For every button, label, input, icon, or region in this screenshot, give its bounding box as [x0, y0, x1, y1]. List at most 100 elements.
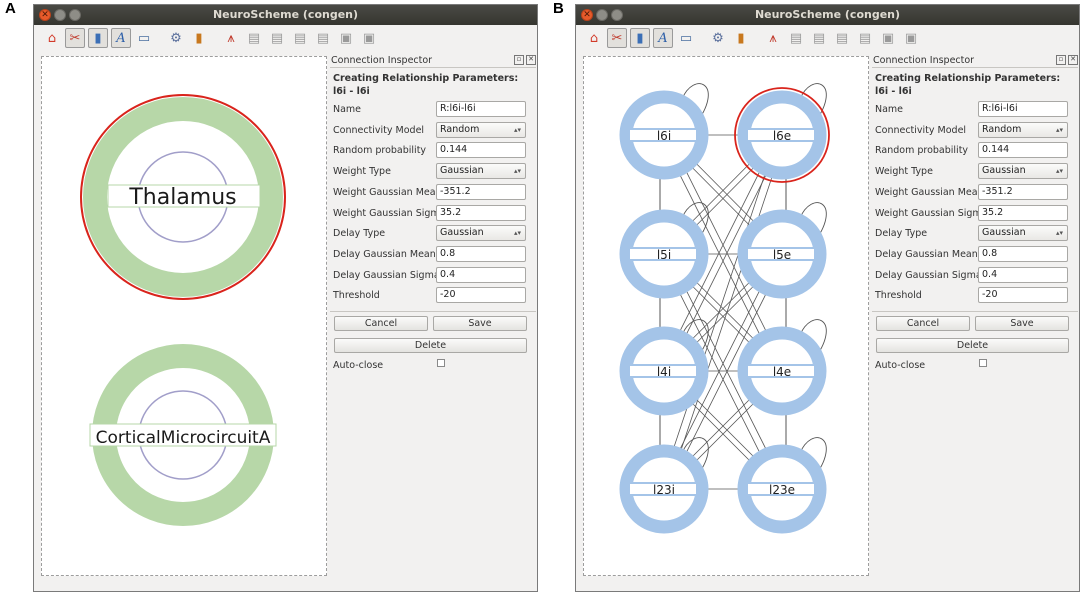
autoclose-checkbox[interactable] — [437, 359, 445, 367]
field-row-weight-gaussian-sigma: Weight Gaussian Sigma 35.2 — [333, 204, 533, 223]
close-icon[interactable]: ✕ — [1068, 55, 1078, 65]
toolbar: ⌂ ✂ ▮ A ▭ ⚙ ▮ ⩚ ▤ ▤ ▤ ▤ ▣ ▣ — [576, 25, 1079, 51]
inspector-heading: Creating Relationship Parameters: l6i - l… — [333, 72, 518, 98]
delay-gaussian-mean-input[interactable]: 0.8 — [436, 245, 526, 262]
cancel-button[interactable]: Cancel — [334, 316, 428, 331]
close-icon[interactable]: ✕ — [526, 55, 536, 65]
toolbar-clipboard-icon[interactable]: ▤ — [786, 28, 806, 48]
layer-node-l4i[interactable]: l4i — [619, 326, 709, 416]
toolbar-window-icon[interactable]: ▣ — [901, 28, 921, 48]
updown-arrows-icon: ▴▾ — [513, 167, 521, 176]
layer-node-l23i[interactable]: l23i — [619, 444, 709, 534]
toolbar-home-icon[interactable]: ⌂ — [584, 28, 604, 48]
toolbar-antenna-icon[interactable]: ⩚ — [763, 28, 783, 48]
toolbar-panel-icon[interactable]: ▭ — [676, 28, 696, 48]
float-icon[interactable]: ▫ — [514, 55, 524, 65]
weight-gaussian-mean-input[interactable]: -351.2 — [978, 183, 1068, 200]
field-row-name: Name R:l6i-l6i — [875, 101, 1075, 119]
node-thalamus[interactable]: Thalamus — [80, 94, 286, 300]
select-value: Gaussian — [440, 227, 484, 239]
delay-gaussian-sigma-input[interactable]: 0.4 — [978, 266, 1068, 283]
field-row-weight-type: Weight Type Gaussian ▴▾ — [333, 163, 533, 181]
toolbar-window-icon[interactable]: ▣ — [878, 28, 898, 48]
toolbar-separator — [212, 28, 218, 48]
scene-canvas[interactable]: l6i l6e l5i l5e l4i l4e l23i l23e — [583, 56, 869, 576]
toolbar-clipboard-icon[interactable]: ▤ — [855, 28, 875, 48]
name-input[interactable]: R:l6i-l6i — [436, 101, 526, 117]
delay-type-select[interactable]: Gaussian ▴▾ — [978, 225, 1068, 242]
cancel-button[interactable]: Cancel — [876, 316, 970, 331]
field-label: Weight Type — [333, 166, 391, 178]
weight-type-select[interactable]: Gaussian ▴▾ — [978, 163, 1068, 180]
autoclose-checkbox[interactable] — [979, 359, 987, 367]
name-input[interactable]: R:l6i-l6i — [978, 101, 1068, 117]
connectivity-model-select[interactable]: Random ▴▾ — [436, 121, 526, 138]
weight-gaussian-sigma-input[interactable]: 35.2 — [978, 204, 1068, 221]
layer-node-l6e[interactable]: l6e — [734, 87, 830, 183]
save-button[interactable]: Save — [433, 316, 527, 331]
threshold-input[interactable]: -20 — [978, 287, 1068, 304]
autoclose-row: Auto-close — [875, 357, 1075, 375]
field-label: Delay Type — [875, 228, 928, 240]
toolbar-home-icon[interactable]: ⌂ — [42, 28, 62, 48]
book-icon: ▮ — [195, 30, 203, 46]
heading-pair: l6i - l6i — [333, 86, 370, 97]
field-label: Threshold — [875, 290, 922, 302]
toolbar-book-icon[interactable]: ▮ — [731, 28, 751, 48]
field-row-connectivity-model: Connectivity Model Random ▴▾ — [333, 121, 533, 140]
toolbar-gear-icon[interactable]: ⚙ — [708, 28, 728, 48]
connection-edge[interactable] — [671, 170, 767, 454]
updown-arrows-icon: ▴▾ — [1055, 125, 1063, 134]
layer-node-l4e[interactable]: l4e — [737, 326, 827, 416]
weight-gaussian-mean-input[interactable]: -351.2 — [436, 183, 526, 200]
form-divider — [872, 311, 1078, 312]
threshold-input[interactable]: -20 — [436, 287, 526, 304]
toolbar-window-icon[interactable]: ▣ — [359, 28, 379, 48]
delay-gaussian-mean-input[interactable]: 0.8 — [978, 245, 1068, 262]
random-probability-input[interactable]: 0.144 — [978, 142, 1068, 159]
delete-button[interactable]: Delete — [334, 338, 527, 353]
window-icon: ▣ — [904, 30, 918, 46]
layer-node-l5e[interactable]: l5e — [737, 209, 827, 299]
toolbar-window-icon[interactable]: ▣ — [336, 28, 356, 48]
delay-gaussian-sigma-input[interactable]: 0.4 — [436, 266, 526, 283]
layer-node-l23e[interactable]: l23e — [737, 444, 827, 534]
toolbar-clipboard-icon[interactable]: ▤ — [832, 28, 852, 48]
toolbar-antenna-icon[interactable]: ⩚ — [221, 28, 241, 48]
toolbar-panel-icon[interactable]: ▭ — [134, 28, 154, 48]
weight-type-select[interactable]: Gaussian ▴▾ — [436, 163, 526, 180]
updown-arrows-icon: ▴▾ — [513, 125, 521, 134]
field-label: Name — [875, 104, 904, 115]
node-label: Thalamus — [128, 185, 236, 210]
field-label: Delay Gaussian Mean — [875, 248, 978, 260]
toolbar-battery-icon[interactable]: ▮ — [630, 28, 650, 48]
window-icon: ▣ — [362, 30, 376, 46]
float-icon[interactable]: ▫ — [1056, 55, 1066, 65]
field-row-weight-gaussian-sigma: Weight Gaussian Sigma 35.2 — [875, 204, 1075, 223]
field-row-delay-gaussian-sigma: Delay Gaussian Sigma 0.4 — [333, 266, 533, 285]
toolbar-clipboard-icon[interactable]: ▤ — [290, 28, 310, 48]
toolbar-text-icon[interactable]: A — [653, 28, 673, 48]
layer-node-l5i[interactable]: l5i — [619, 209, 709, 299]
toolbar-scissors-icon[interactable]: ✂ — [607, 28, 627, 48]
scene-canvas[interactable]: Thalamus CorticalMicrocircuitA — [41, 56, 327, 576]
delete-button[interactable]: Delete — [876, 338, 1069, 353]
toolbar-gear-icon[interactable]: ⚙ — [166, 28, 186, 48]
toolbar-scissors-icon[interactable]: ✂ — [65, 28, 85, 48]
field-row-delay-type: Delay Type Gaussian ▴▾ — [875, 225, 1075, 243]
field-row-random-probability: Random probability 0.144 — [875, 142, 1075, 160]
toolbar-battery-icon[interactable]: ▮ — [88, 28, 108, 48]
toolbar-text-icon[interactable]: A — [111, 28, 131, 48]
toolbar-book-icon[interactable]: ▮ — [189, 28, 209, 48]
connectivity-model-select[interactable]: Random ▴▾ — [978, 121, 1068, 138]
toolbar-clipboard-icon[interactable]: ▤ — [313, 28, 333, 48]
toolbar-clipboard-icon[interactable]: ▤ — [244, 28, 264, 48]
toolbar-clipboard-icon[interactable]: ▤ — [809, 28, 829, 48]
node-corticalmicrocircuita[interactable]: CorticalMicrocircuitA — [89, 344, 277, 526]
layer-node-l6i[interactable]: l6i — [619, 90, 709, 180]
toolbar-clipboard-icon[interactable]: ▤ — [267, 28, 287, 48]
weight-gaussian-sigma-input[interactable]: 35.2 — [436, 204, 526, 221]
save-button[interactable]: Save — [975, 316, 1069, 331]
random-probability-input[interactable]: 0.144 — [436, 142, 526, 159]
delay-type-select[interactable]: Gaussian ▴▾ — [436, 225, 526, 242]
